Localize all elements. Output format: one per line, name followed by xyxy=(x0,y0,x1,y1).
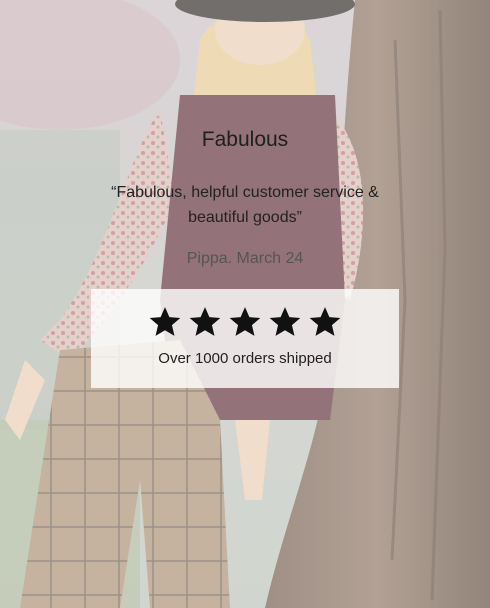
star-icon xyxy=(148,305,182,339)
star-icon xyxy=(308,305,342,339)
star-icon xyxy=(228,305,262,339)
review-quote: “Fabulous, helpful customer service & be… xyxy=(111,184,379,226)
star-icon xyxy=(268,305,302,339)
review-author: Pippa. March 24 xyxy=(186,250,304,267)
rating-card: Over 1000 orders shipped xyxy=(91,289,399,388)
orders-shipped-text: Over 1000 orders shipped xyxy=(158,350,332,367)
star-rating xyxy=(91,305,399,339)
review-title: Fabulous xyxy=(201,128,289,151)
star-icon xyxy=(188,305,222,339)
